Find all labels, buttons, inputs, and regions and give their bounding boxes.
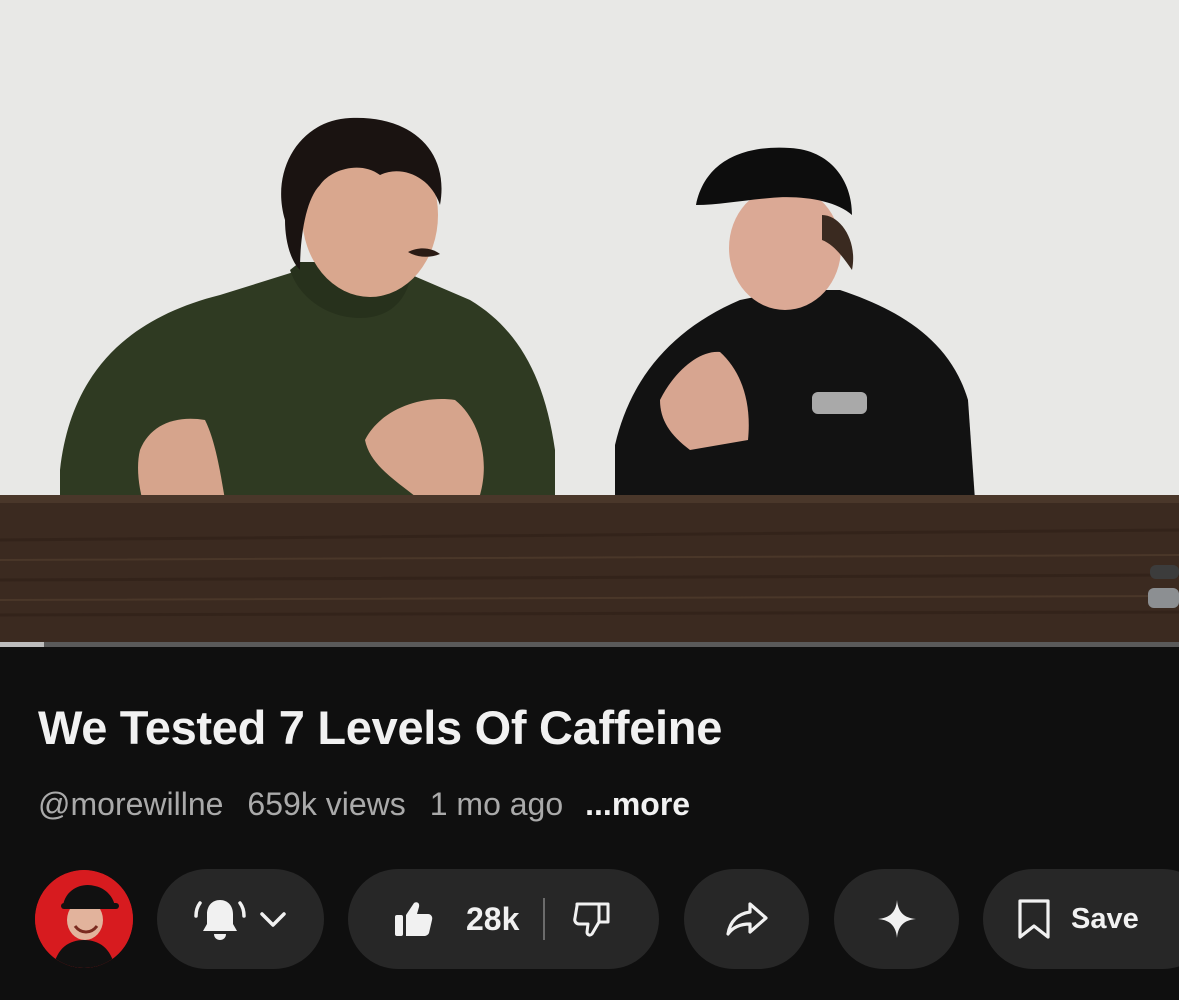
subscription-bell-button[interactable] <box>157 869 324 969</box>
dislike-button[interactable] <box>545 869 613 969</box>
video-player[interactable] <box>0 0 1179 647</box>
bookmark-icon <box>1018 899 1050 939</box>
save-label: Save <box>1071 902 1139 935</box>
video-progress-fill <box>0 642 44 647</box>
channel-handle[interactable]: @morewillne <box>38 786 223 823</box>
avatar-image <box>35 870 133 968</box>
thumbs-up-icon <box>395 902 433 936</box>
like-button[interactable]: 28k <box>348 869 519 969</box>
more-button[interactable]: ...more <box>585 786 690 823</box>
video-meta-row: @morewillne 659k views 1 mo ago ...more <box>38 784 714 824</box>
video-progress-bar[interactable] <box>0 642 1179 647</box>
share-button[interactable] <box>684 869 809 969</box>
thumbs-down-icon <box>573 902 610 937</box>
like-count: 28k <box>466 900 520 937</box>
share-icon <box>725 902 768 936</box>
like-dislike-group: 28k <box>348 869 659 969</box>
channel-avatar[interactable] <box>35 870 133 968</box>
video-frame-image <box>0 0 1179 647</box>
sparkle-icon <box>877 900 916 938</box>
video-title[interactable]: We Tested 7 Levels Of Caffeine <box>38 700 1138 755</box>
save-button[interactable]: Save <box>983 869 1179 969</box>
ask-ai-button[interactable] <box>834 869 959 969</box>
upload-age: 1 mo ago <box>429 785 564 822</box>
bell-icon <box>193 900 246 940</box>
view-count: 659k views <box>247 785 406 822</box>
chevron-down-icon <box>259 912 286 927</box>
